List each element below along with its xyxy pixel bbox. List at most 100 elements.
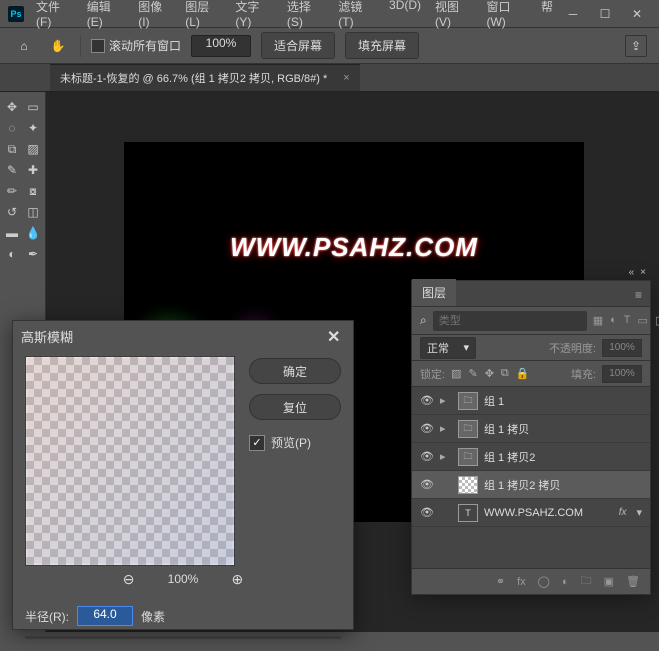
dialog-title: 高斯模糊 <box>21 327 73 346</box>
new-layer-icon[interactable]: ▣ <box>604 575 614 588</box>
lock-position-icon[interactable]: ✥ <box>485 367 494 380</box>
visibility-icon[interactable]: 👁 <box>420 422 434 435</box>
close-button[interactable]: ✕ <box>623 4 651 24</box>
expand-icon[interactable]: ▸ <box>440 394 452 407</box>
zoom-out-icon[interactable]: ⊖ <box>120 570 138 588</box>
dialog-titlebar[interactable]: 高斯模糊 ✕ <box>13 321 353 352</box>
menu-help[interactable]: 帮 <box>535 0 559 33</box>
maximize-button[interactable]: ☐ <box>591 4 619 24</box>
layer-row[interactable]: 👁 T WWW.PSAHZ.COM fx ▾ <box>412 499 650 527</box>
lasso-tool-icon[interactable]: ◌ <box>3 119 21 137</box>
layer-row[interactable]: 👁 ▸ 🗀 组 1 <box>412 387 650 415</box>
expand-icon[interactable]: ▸ <box>440 450 452 463</box>
lock-row: 锁定: ▨ ✎ ✥ ⧉ 🔒 填充: 100% <box>412 361 650 387</box>
preview-checkbox[interactable]: ✓ 预览(P) <box>249 434 341 451</box>
stamp-tool-icon[interactable]: ⧇ <box>24 182 42 200</box>
heal-tool-icon[interactable]: ✚ <box>24 161 42 179</box>
mask-icon[interactable]: ◯ <box>538 575 550 588</box>
menu-image[interactable]: 图像(I) <box>132 0 177 33</box>
menu-window[interactable]: 窗口(W) <box>480 0 533 33</box>
panel-collapse-controls[interactable]: «× <box>629 267 646 278</box>
lock-transparent-icon[interactable]: ▨ <box>451 367 461 380</box>
layer-name: 组 1 拷贝2 <box>484 449 535 465</box>
menu-text[interactable]: 文字(Y) <box>229 0 278 33</box>
visibility-icon[interactable]: 👁 <box>420 394 434 407</box>
folder-icon: 🗀 <box>458 448 478 466</box>
zoom-in-icon[interactable]: ⊕ <box>228 570 246 588</box>
frame-tool-icon[interactable]: ▨ <box>24 140 42 158</box>
reset-button[interactable]: 复位 <box>249 394 341 420</box>
preview-thumbnail[interactable] <box>25 356 235 566</box>
blend-mode-select[interactable]: 正常▾ <box>420 337 476 359</box>
layer-thumbnail <box>458 476 478 494</box>
app-logo: Ps <box>8 6 24 22</box>
marquee-tool-icon[interactable]: ▭ <box>24 98 42 116</box>
menu-layer[interactable]: 图层(L) <box>179 0 227 33</box>
group-icon[interactable]: 🗀 <box>581 572 592 591</box>
brush-tool-icon[interactable]: ✏ <box>3 182 21 200</box>
layer-row[interactable]: 👁 ▸ 🗀 组 1 拷贝2 <box>412 443 650 471</box>
home-icon[interactable]: ⌂ <box>12 34 36 58</box>
eyedropper-tool-icon[interactable]: ✎ <box>3 161 21 179</box>
filter-type-icons[interactable]: ▦ ◐ T ▭ ◫ <box>593 314 659 327</box>
share-icon[interactable]: ⇪ <box>625 35 647 57</box>
opacity-input[interactable]: 100% <box>602 339 642 357</box>
fit-screen-button[interactable]: 适合屏幕 <box>261 32 335 59</box>
menu-view[interactable]: 视图(V) <box>429 0 478 33</box>
eraser-tool-icon[interactable]: ◫ <box>24 203 42 221</box>
gradient-tool-icon[interactable]: ▬ <box>3 224 21 242</box>
zoom-input[interactable]: 100% <box>191 35 251 57</box>
document-tab[interactable]: 未标题-1-恢复的 @ 66.7% (组 1 拷贝2 拷贝, RGB/8#) *… <box>50 64 360 91</box>
dodge-tool-icon[interactable]: ◐ <box>3 245 21 263</box>
move-tool-icon[interactable]: ✥ <box>3 98 21 116</box>
text-layer-icon: T <box>458 504 478 522</box>
layer-filter-input[interactable] <box>433 311 587 331</box>
filter-shape-icon[interactable]: ▭ <box>638 314 648 327</box>
layer-row[interactable]: 👁 ▸ 🗀 组 1 拷贝 <box>412 415 650 443</box>
history-brush-tool-icon[interactable]: ↺ <box>3 203 21 221</box>
fx-badge[interactable]: fx <box>619 507 627 518</box>
expand-icon[interactable]: ▸ <box>440 422 452 435</box>
pen-tool-icon[interactable]: ✒ <box>24 245 42 263</box>
ok-button[interactable]: 确定 <box>249 358 341 384</box>
delete-layer-icon[interactable]: 🗑 <box>626 575 640 588</box>
titlebar: Ps 文件(F) 编辑(E) 图像(I) 图层(L) 文字(Y) 选择(S) 滤… <box>0 0 659 28</box>
wand-tool-icon[interactable]: ✦ <box>24 119 42 137</box>
filter-smart-icon[interactable]: ◫ <box>655 314 659 327</box>
fill-input[interactable]: 100% <box>602 365 642 383</box>
filter-adjust-icon[interactable]: ◐ <box>610 314 617 327</box>
scroll-all-checkbox[interactable]: 滚动所有窗口 <box>91 37 181 54</box>
zoom-percent: 100% <box>168 572 199 586</box>
visibility-icon[interactable]: 👁 <box>420 478 434 491</box>
menu-select[interactable]: 选择(S) <box>281 0 330 33</box>
layer-fx-icon[interactable]: fx <box>517 576 526 588</box>
panel-menu-icon[interactable]: ≡ <box>627 284 650 306</box>
lock-all-icon[interactable]: 🔒 <box>516 367 530 380</box>
fill-screen-button[interactable]: 填充屏幕 <box>345 32 419 59</box>
menu-3d[interactable]: 3D(D) <box>383 0 427 33</box>
visibility-icon[interactable]: 👁 <box>420 450 434 463</box>
dialog-close-button[interactable]: ✕ <box>327 327 345 345</box>
menu-file[interactable]: 文件(F) <box>30 0 79 33</box>
radius-row: 半径(R): 64.0 像素 <box>25 606 341 626</box>
filter-pixel-icon[interactable]: ▦ <box>593 314 603 327</box>
visibility-icon[interactable]: 👁 <box>420 506 434 519</box>
crop-tool-icon[interactable]: ⧉ <box>3 140 21 158</box>
layer-row[interactable]: 👁 组 1 拷贝2 拷贝 <box>412 471 650 499</box>
menu-edit[interactable]: 编辑(E) <box>81 0 130 33</box>
adjustment-icon[interactable]: ◐ <box>562 576 569 588</box>
lock-pixels-icon[interactable]: ✎ <box>468 367 477 380</box>
tab-close-icon[interactable]: × <box>343 72 349 84</box>
hand-tool-icon[interactable]: ✋ <box>46 34 70 58</box>
menu-filter[interactable]: 滤镜(T) <box>332 0 381 33</box>
layers-tab[interactable]: 图层 <box>412 279 456 306</box>
radius-input[interactable]: 64.0 <box>77 606 133 626</box>
lock-artboard-icon[interactable]: ⧉ <box>501 367 509 380</box>
fx-expand-icon[interactable]: ▾ <box>636 506 642 519</box>
link-layers-icon[interactable]: ⚭ <box>496 575 505 588</box>
radius-slider[interactable] <box>25 636 341 639</box>
scroll-all-label: 滚动所有窗口 <box>109 37 181 54</box>
filter-text-icon[interactable]: T <box>624 314 631 327</box>
blur-tool-icon[interactable]: 💧 <box>24 224 42 242</box>
minimize-button[interactable]: ─ <box>559 4 587 24</box>
